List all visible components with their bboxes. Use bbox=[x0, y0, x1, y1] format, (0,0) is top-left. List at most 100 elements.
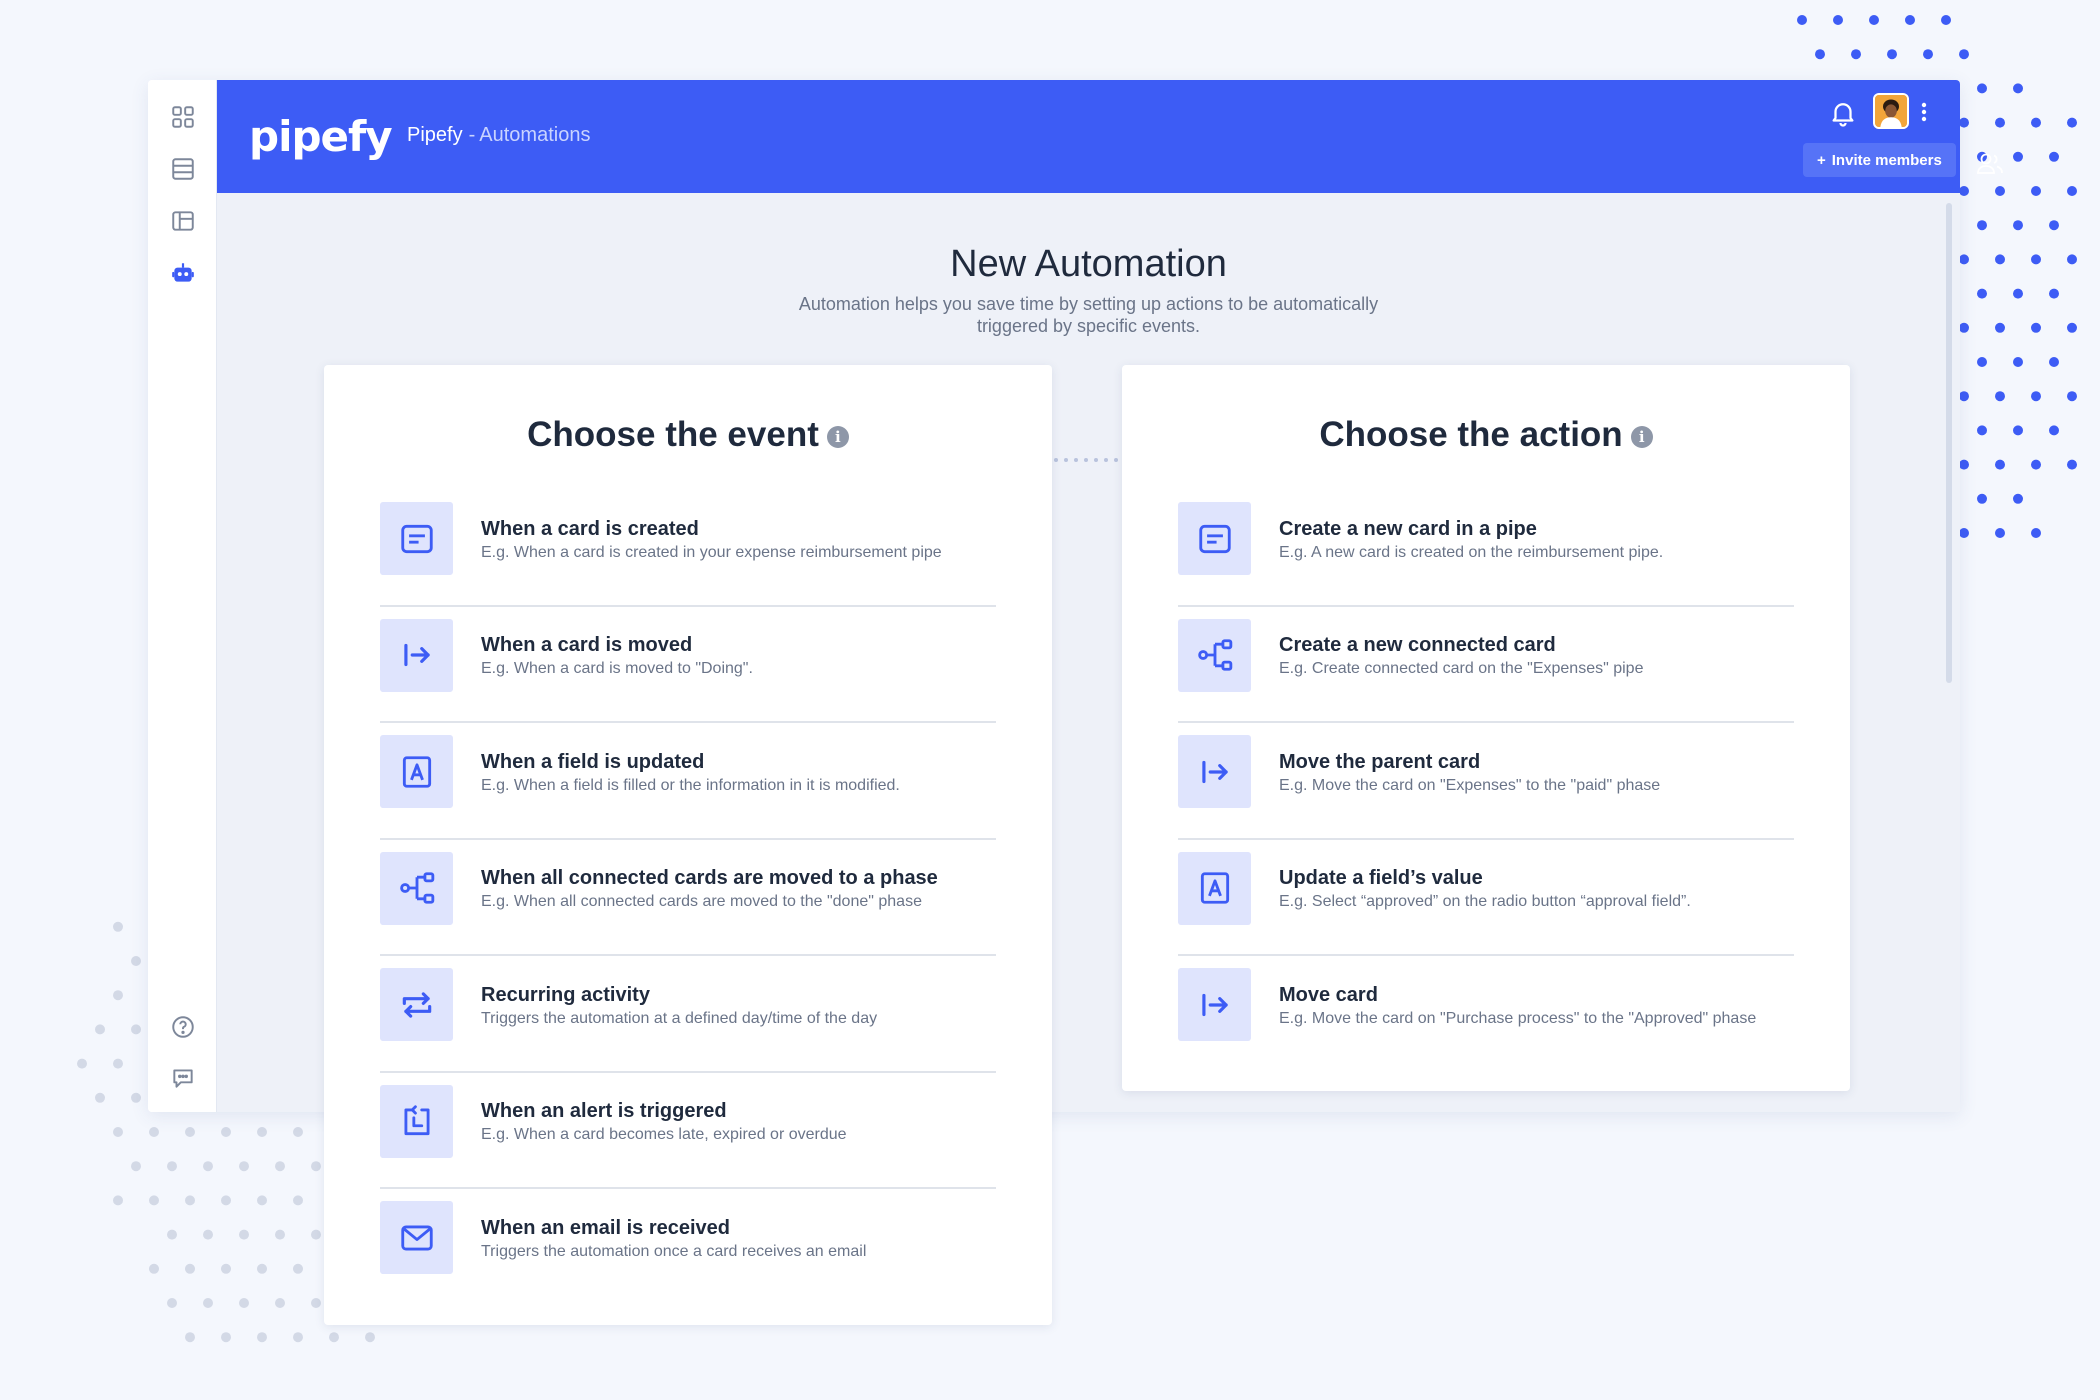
decorative-dot bbox=[329, 1332, 339, 1343]
email-icon bbox=[380, 1201, 453, 1274]
list-item[interactable]: Move the parent card E.g. Move the card o… bbox=[1178, 723, 1794, 840]
list-item[interactable]: When a card is moved E.g. When a card is … bbox=[380, 607, 996, 723]
list-item[interactable]: Recurring activity Triggers the automatio… bbox=[380, 956, 996, 1073]
list-item-text: When all connected cards are moved to a … bbox=[481, 840, 981, 938]
decorative-dot bbox=[1977, 357, 1987, 367]
decorative-dot bbox=[257, 1332, 267, 1343]
list-item-text: When a card is moved E.g. When a card is … bbox=[481, 607, 981, 705]
event-panel-title-text: Choose the event bbox=[527, 415, 819, 454]
decorative-dot bbox=[131, 956, 141, 966]
list-item-description: Triggers the automation once a card rece… bbox=[481, 1242, 867, 1260]
info-icon[interactable]: i bbox=[1630, 426, 1653, 448]
sidebar-automation-robot-icon[interactable] bbox=[168, 258, 198, 288]
decorative-dot bbox=[1959, 391, 1969, 402]
decorative-dot bbox=[2013, 425, 2023, 436]
list-item[interactable]: Create a new connected card E.g. Create c… bbox=[1178, 607, 1794, 723]
sidebar-database-icon[interactable] bbox=[168, 154, 198, 184]
list-item-title: When an alert is triggered bbox=[481, 1100, 727, 1122]
action-panel: Choose the action i Create a new card in… bbox=[1122, 365, 1850, 1091]
decorative-dot bbox=[2031, 322, 2041, 333]
list-item[interactable]: When an email is received Triggers the au… bbox=[380, 1189, 996, 1306]
list-item-text: Move the parent card E.g. Move the card o… bbox=[1279, 723, 1779, 821]
decorative-dot bbox=[1887, 49, 1897, 60]
list-item[interactable]: When an alert is triggered E.g. When a ca… bbox=[380, 1073, 996, 1189]
list-item-text: When an alert is triggered E.g. When a ca… bbox=[481, 1073, 981, 1171]
decorative-dot bbox=[113, 990, 123, 1001]
decorative-dot bbox=[1977, 425, 1987, 436]
decorative-dot bbox=[167, 1161, 177, 1172]
decorative-dot bbox=[95, 1024, 105, 1035]
breadcrumb-separator: - bbox=[468, 124, 476, 146]
decorative-dot bbox=[293, 1127, 303, 1137]
decorative-dot bbox=[113, 1195, 123, 1206]
decorative-dot bbox=[167, 1298, 177, 1308]
decorative-dot bbox=[1959, 322, 1969, 333]
list-item-title: When a field is updated bbox=[481, 750, 705, 773]
decorative-dot bbox=[149, 1263, 159, 1274]
decorative-dot bbox=[1905, 15, 1915, 25]
list-item-title: When an email is received bbox=[481, 1216, 730, 1239]
decorative-dot bbox=[1995, 117, 2005, 128]
decorative-dot bbox=[1959, 528, 1969, 538]
decorative-dot bbox=[1995, 391, 2005, 402]
list-item[interactable]: When a field is updated E.g. When a field… bbox=[380, 723, 996, 840]
decorative-dot bbox=[221, 1263, 231, 1274]
pipefy-logo[interactable]: pipefy bbox=[249, 112, 393, 161]
decorative-dot bbox=[2049, 288, 2059, 299]
chat-icon[interactable] bbox=[168, 1063, 198, 1093]
decorative-dot bbox=[275, 1161, 285, 1172]
members-icon[interactable] bbox=[1975, 150, 2005, 176]
decorative-dot bbox=[2049, 151, 2059, 162]
list-item-title: Recurring activity bbox=[481, 983, 650, 1006]
list-item-text: Create a new connected card E.g. Create c… bbox=[1279, 607, 1779, 705]
decorative-dot bbox=[2067, 391, 2077, 402]
card-icon bbox=[380, 502, 453, 575]
list-item-text: Update a field’s value E.g. Select “appro… bbox=[1279, 840, 1779, 938]
list-item-description: E.g. Create connected card on the "Expen… bbox=[1279, 660, 1644, 677]
list-item[interactable]: When all connected cards are moved to a … bbox=[380, 840, 996, 956]
connected-icon bbox=[1178, 618, 1251, 692]
decorative-dot bbox=[1797, 15, 1807, 25]
list-item-description: E.g. Move the card on "Expenses" to the … bbox=[1279, 776, 1661, 794]
decorative-dot bbox=[311, 1298, 321, 1308]
user-avatar[interactable] bbox=[1873, 93, 1909, 129]
invite-members-button[interactable]: + Invite members bbox=[1803, 143, 1956, 177]
list-item-description: E.g. When all connected cards are moved … bbox=[481, 893, 922, 910]
list-item-description: E.g. When a card becomes late, expired o… bbox=[481, 1126, 847, 1143]
notifications-bell-icon[interactable] bbox=[1828, 98, 1858, 128]
decorative-dot bbox=[365, 1332, 375, 1343]
decorative-dot bbox=[113, 921, 123, 932]
info-icon[interactable]: i bbox=[826, 426, 849, 448]
breadcrumb: Pipefy - Automations bbox=[407, 124, 590, 147]
decorative-dot bbox=[149, 1195, 159, 1206]
decorative-dot bbox=[2031, 254, 2041, 265]
decorative-dot bbox=[131, 1161, 141, 1172]
list-item[interactable]: Create a new card in a pipe E.g. A new ca… bbox=[1178, 490, 1794, 607]
list-item-title: Move card bbox=[1279, 983, 1378, 1006]
decorative-dot bbox=[239, 1298, 249, 1308]
decorative-dot bbox=[185, 1195, 195, 1206]
decorative-dot bbox=[2013, 151, 2023, 162]
decorative-dot bbox=[1815, 49, 1825, 60]
decorative-dot bbox=[2031, 186, 2041, 196]
sidebar-apps-icon[interactable] bbox=[168, 102, 198, 132]
sidebar-report-icon[interactable] bbox=[168, 206, 198, 236]
decorative-dot bbox=[2067, 186, 2077, 196]
more-options-icon[interactable] bbox=[1917, 98, 1931, 126]
decorative-dot bbox=[185, 1332, 195, 1343]
page-title: New Automation bbox=[950, 243, 1227, 285]
decorative-dot bbox=[293, 1332, 303, 1343]
decorative-dot bbox=[113, 1127, 123, 1137]
decorative-dot bbox=[311, 1161, 321, 1172]
decorative-dot bbox=[1959, 49, 1969, 60]
breadcrumb-org[interactable]: Pipefy bbox=[407, 124, 463, 146]
list-item[interactable]: When a card is created E.g. When a card i… bbox=[380, 490, 996, 607]
list-item[interactable]: Update a field’s value E.g. Select “appro… bbox=[1178, 840, 1794, 956]
event-list: When a card is created E.g. When a card i… bbox=[380, 490, 996, 1306]
move-icon bbox=[1178, 968, 1251, 1041]
decorative-dot bbox=[257, 1263, 267, 1274]
decorative-dot bbox=[1995, 254, 2005, 265]
help-icon[interactable] bbox=[168, 1012, 198, 1042]
decorative-dot bbox=[1977, 83, 1987, 94]
list-item[interactable]: Move card E.g. Move the card on "Purchase… bbox=[1178, 956, 1794, 1073]
